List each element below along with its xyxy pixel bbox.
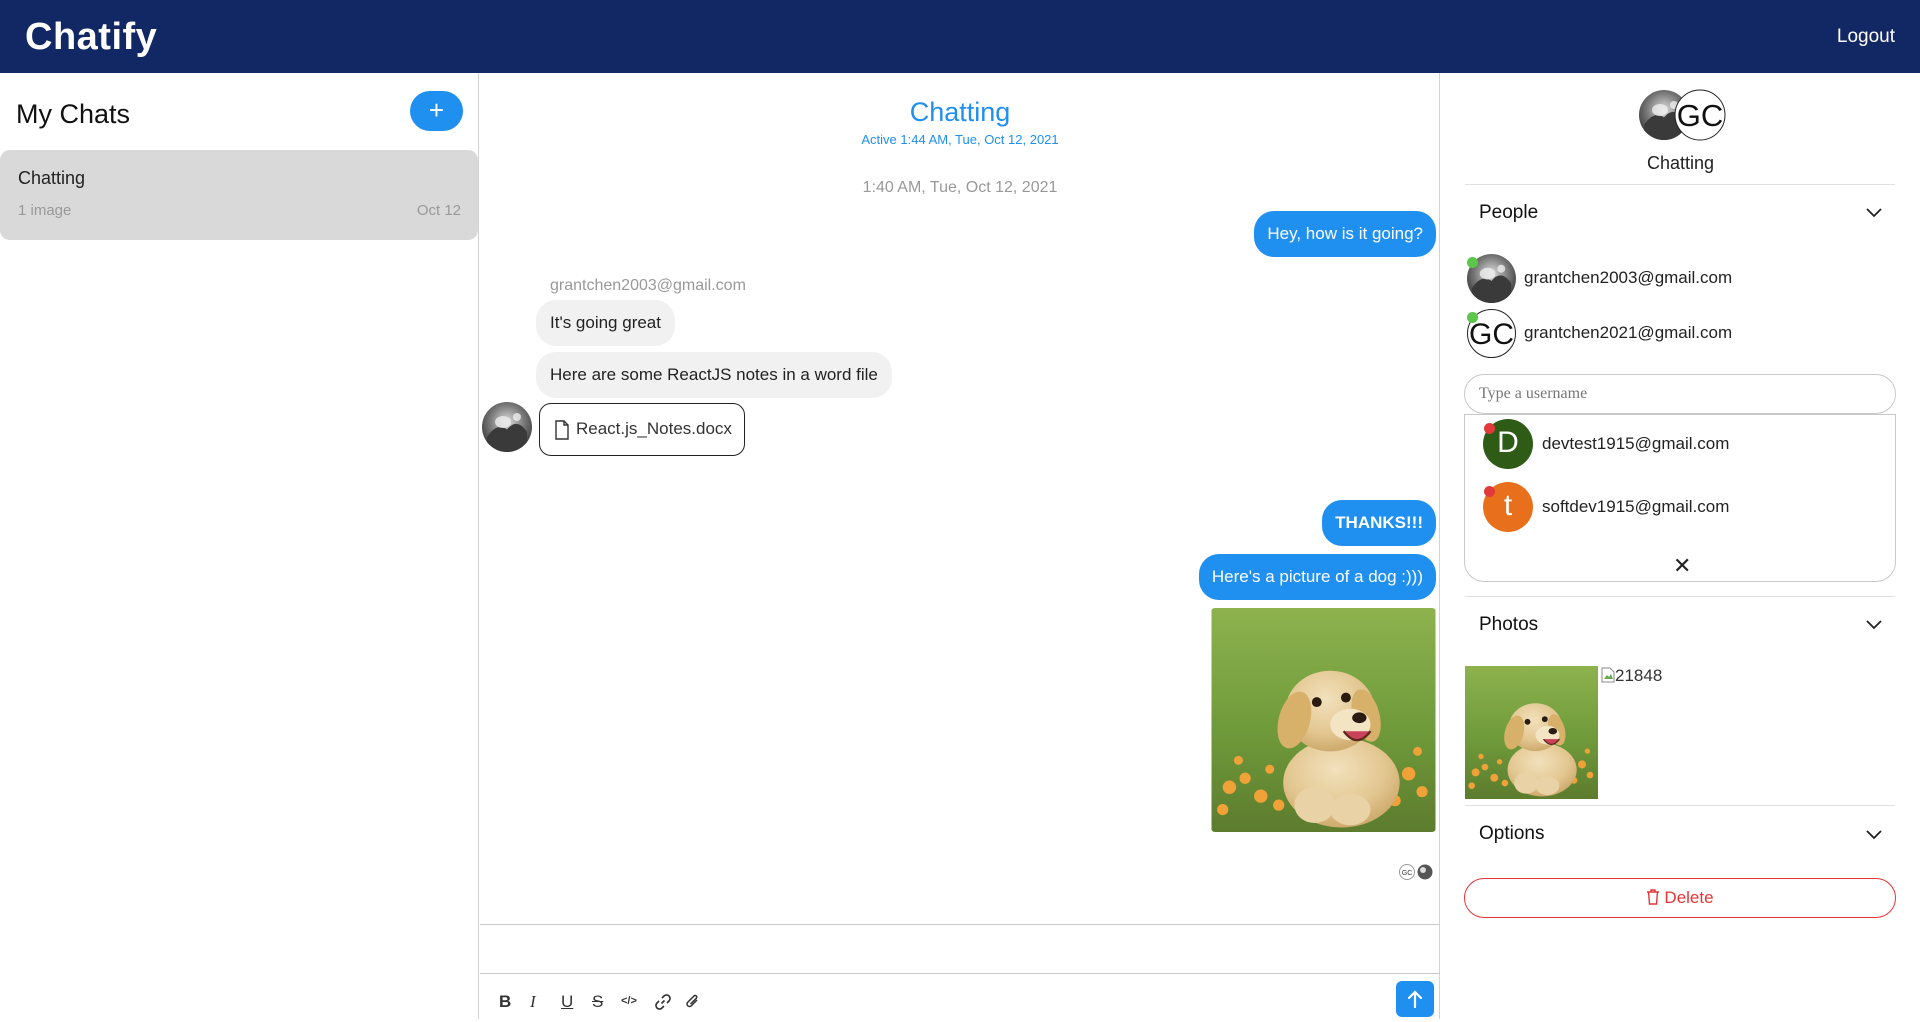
chat-list-item-title: Chatting	[18, 168, 86, 188]
chat-details-panel: GC Chatting People grantchen2003@gmail.c…	[1441, 73, 1920, 1019]
suggestion-item[interactable]: t softdev1915@gmail.com	[1483, 482, 1883, 534]
trash-icon	[1647, 889, 1660, 905]
chat-list-title: My Chats	[16, 99, 131, 129]
person-item: GC grantchen2021@gmail.com	[1467, 309, 1887, 359]
chevron-down-icon[interactable]	[1865, 207, 1883, 219]
italic-button[interactable]: I	[530, 992, 536, 1012]
chat-avatar-group: GC	[1638, 89, 1733, 141]
broken-image-icon	[1601, 667, 1615, 683]
suggestion-email: softdev1915@gmail.com	[1542, 497, 1730, 516]
suggestion-email: devtest1915@gmail.com	[1542, 434, 1730, 453]
message-bubble: Here's a picture of a dog :)))	[1198, 554, 1436, 600]
chat-list-item-preview: 1 image	[18, 202, 72, 219]
send-button[interactable]	[1396, 981, 1434, 1017]
underline-button[interactable]: U	[561, 992, 573, 1012]
delete-label: Delete	[1664, 888, 1714, 907]
offline-indicator	[1484, 423, 1495, 434]
delete-chat-button[interactable]: Delete	[1464, 878, 1896, 918]
message-input[interactable]	[480, 925, 1440, 974]
strikethrough-button[interactable]: S	[592, 992, 603, 1012]
online-indicator	[1467, 312, 1478, 323]
chat-active-status: Active 1:44 AM, Tue, Oct 12, 2021	[861, 132, 1059, 147]
broken-photo-thumbnail[interactable]: 21848	[1601, 666, 1662, 686]
chat-list-item-date: Oct 12	[416, 202, 461, 219]
divider	[1465, 184, 1895, 185]
chat-title: Chatting	[909, 97, 1011, 127]
file-name: React.js_Notes.docx	[576, 419, 732, 438]
top-navbar: Chatify Logout	[0, 0, 1920, 73]
details-title: Chatting	[1646, 153, 1715, 173]
person-email: grantchen2003@gmail.com	[1524, 268, 1733, 287]
sender-avatar	[482, 402, 532, 452]
file-icon	[555, 420, 569, 440]
chevron-down-icon[interactable]	[1865, 829, 1883, 841]
people-section-title[interactable]: People	[1479, 202, 1538, 224]
message-timestamp: 1:40 AM, Tue, Oct 12, 2021	[862, 179, 1058, 196]
person-avatar-initials: GC	[1469, 318, 1514, 351]
options-section-title[interactable]: Options	[1479, 823, 1544, 845]
username-search-input[interactable]	[1464, 374, 1896, 414]
divider	[1465, 805, 1895, 806]
app-logo[interactable]: Chatify	[25, 16, 157, 59]
username-suggestions: D devtest1915@gmail.com t softdev1915@gm…	[1464, 414, 1896, 582]
read-receipt-initials: GC	[1402, 870, 1413, 877]
chat-list-panel: My Chats + Chatting 1 image Oct 12	[0, 73, 479, 1019]
read-receipts: GC	[1398, 863, 1434, 886]
message-bubble: It's going great	[536, 300, 675, 346]
new-chat-button[interactable]: +	[410, 91, 463, 131]
chat-feed-panel: Chatting Active 1:44 AM, Tue, Oct 12, 20…	[480, 73, 1440, 1019]
close-icon[interactable]: ✕	[1673, 553, 1691, 579]
file-attachment[interactable]: React.js_Notes.docx	[539, 403, 745, 456]
online-indicator	[1467, 257, 1478, 268]
suggestion-item[interactable]: D devtest1915@gmail.com	[1483, 419, 1883, 471]
photos-section-title[interactable]: Photos	[1479, 614, 1538, 636]
message-composer: B I U S </>	[480, 924, 1440, 1019]
message-bubble: THANKS!!!	[1322, 500, 1436, 546]
code-button[interactable]: </>	[621, 995, 637, 1007]
message-sender: grantchen2003@gmail.com	[550, 277, 746, 294]
attach-icon[interactable]	[684, 992, 702, 1012]
arrow-up-icon	[1407, 990, 1423, 1009]
bold-button[interactable]: B	[499, 992, 511, 1012]
chat-avatar-initials: GC	[1677, 98, 1724, 133]
message-image[interactable]	[1211, 608, 1436, 832]
chat-list-item[interactable]: Chatting 1 image Oct 12	[0, 150, 478, 240]
person-email: grantchen2021@gmail.com	[1524, 323, 1733, 342]
message-bubble: Hey, how is it going?	[1254, 211, 1436, 257]
photo-thumbnail[interactable]	[1465, 666, 1598, 799]
offline-indicator	[1484, 486, 1495, 497]
divider	[1465, 596, 1895, 597]
logout-button[interactable]: Logout	[1837, 26, 1895, 48]
message-bubble: Here are some ReactJS notes in a word fi…	[536, 352, 892, 398]
chevron-down-icon[interactable]	[1865, 619, 1883, 631]
broken-photo-alt: 21848	[1615, 666, 1663, 685]
person-item: grantchen2003@gmail.com	[1467, 254, 1887, 304]
link-icon[interactable]	[654, 993, 672, 1011]
